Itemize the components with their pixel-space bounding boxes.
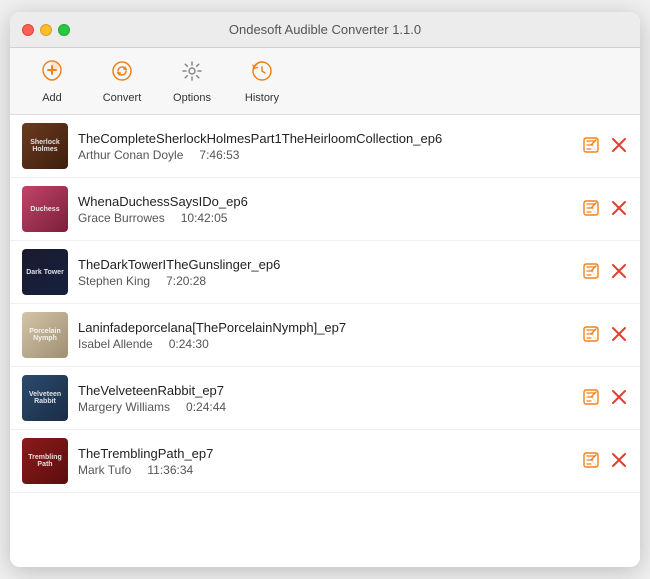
book-author: Isabel Allende — [78, 337, 153, 351]
book-row: Velveteen Rabbit TheVelveteenRabbit_ep7 … — [10, 367, 640, 430]
book-title: TheCompleteSherlockHolmesPart1TheHeirloo… — [78, 131, 572, 146]
cover-image: Dark Tower — [22, 249, 68, 295]
row-actions — [582, 325, 628, 346]
book-row: Porcelain Nymph Laninfadeporcelana[ThePo… — [10, 304, 640, 367]
book-row: Dark Tower TheDarkTowerITheGunslinger_ep… — [10, 241, 640, 304]
book-info: WhenaDuchessSaysIDo_ep6 Grace Burrowes 1… — [78, 194, 572, 225]
edit-button[interactable] — [582, 451, 600, 472]
book-info: TheVelveteenRabbit_ep7 Margery Williams … — [78, 383, 572, 414]
minimize-button[interactable] — [40, 24, 52, 36]
book-meta: Arthur Conan Doyle 7:46:53 — [78, 148, 572, 162]
book-cover: Sherlock Holmes — [22, 123, 68, 169]
book-title: TheDarkTowerITheGunslinger_ep6 — [78, 257, 572, 272]
book-info: TheDarkTowerITheGunslinger_ep6 Stephen K… — [78, 257, 572, 288]
toolbar: ♪ Add Convert — [10, 48, 640, 115]
add-button[interactable]: ♪ Add — [26, 54, 78, 108]
cover-image: Velveteen Rabbit — [22, 375, 68, 421]
book-title: Laninfadeporcelana[ThePorcelainNymph]_ep… — [78, 320, 572, 335]
row-actions — [582, 262, 628, 283]
book-author: Arthur Conan Doyle — [78, 148, 183, 162]
delete-button[interactable] — [610, 388, 628, 409]
book-row: Trembling Path TheTremblingPath_ep7 Mark… — [10, 430, 640, 493]
cover-image: Trembling Path — [22, 438, 68, 484]
cover-image: Duchess — [22, 186, 68, 232]
book-row: Duchess WhenaDuchessSaysIDo_ep6 Grace Bu… — [10, 178, 640, 241]
delete-button[interactable] — [610, 136, 628, 157]
convert-button[interactable]: Convert — [96, 54, 148, 108]
edit-button[interactable] — [582, 199, 600, 220]
row-actions — [582, 388, 628, 409]
edit-button[interactable] — [582, 262, 600, 283]
cover-image: Sherlock Holmes — [22, 123, 68, 169]
book-author: Margery Williams — [78, 400, 170, 414]
book-duration: 7:46:53 — [199, 148, 239, 162]
add-label: Add — [42, 92, 62, 104]
book-cover: Duchess — [22, 186, 68, 232]
book-cover: Porcelain Nymph — [22, 312, 68, 358]
book-meta: Stephen King 7:20:28 — [78, 274, 572, 288]
window-title: Ondesoft Audible Converter 1.1.0 — [229, 22, 421, 37]
options-icon — [179, 58, 205, 89]
book-duration: 10:42:05 — [181, 211, 228, 225]
app-window: Ondesoft Audible Converter 1.1.0 ♪ Add — [10, 12, 640, 567]
book-cover: Velveteen Rabbit — [22, 375, 68, 421]
close-button[interactable] — [22, 24, 34, 36]
history-icon — [249, 58, 275, 89]
delete-button[interactable] — [610, 325, 628, 346]
book-list: Sherlock Holmes TheCompleteSherlockHolme… — [10, 115, 640, 567]
book-duration: 0:24:44 — [186, 400, 226, 414]
book-duration: 7:20:28 — [166, 274, 206, 288]
delete-button[interactable] — [610, 199, 628, 220]
add-icon: ♪ — [39, 58, 65, 89]
book-author: Stephen King — [78, 274, 150, 288]
cover-image: Porcelain Nymph — [22, 312, 68, 358]
row-actions — [582, 136, 628, 157]
book-meta: Isabel Allende 0:24:30 — [78, 337, 572, 351]
book-row: Sherlock Holmes TheCompleteSherlockHolme… — [10, 115, 640, 178]
history-label: History — [245, 92, 279, 104]
history-button[interactable]: History — [236, 54, 288, 108]
book-cover: Trembling Path — [22, 438, 68, 484]
edit-button[interactable] — [582, 325, 600, 346]
book-meta: Margery Williams 0:24:44 — [78, 400, 572, 414]
row-actions — [582, 451, 628, 472]
title-bar: Ondesoft Audible Converter 1.1.0 — [10, 12, 640, 48]
book-info: TheCompleteSherlockHolmesPart1TheHeirloo… — [78, 131, 572, 162]
delete-button[interactable] — [610, 451, 628, 472]
book-title: WhenaDuchessSaysIDo_ep6 — [78, 194, 572, 209]
options-label: Options — [173, 92, 211, 104]
book-title: TheVelveteenRabbit_ep7 — [78, 383, 572, 398]
convert-label: Convert — [103, 92, 142, 104]
delete-button[interactable] — [610, 262, 628, 283]
book-duration: 11:36:34 — [147, 463, 193, 477]
maximize-button[interactable] — [58, 24, 70, 36]
book-info: Laninfadeporcelana[ThePorcelainNymph]_ep… — [78, 320, 572, 351]
options-button[interactable]: Options — [166, 54, 218, 108]
edit-button[interactable] — [582, 388, 600, 409]
traffic-lights — [22, 24, 70, 36]
edit-button[interactable] — [582, 136, 600, 157]
book-cover: Dark Tower — [22, 249, 68, 295]
row-actions — [582, 199, 628, 220]
book-author: Grace Burrowes — [78, 211, 165, 225]
book-duration: 0:24:30 — [169, 337, 209, 351]
book-meta: Grace Burrowes 10:42:05 — [78, 211, 572, 225]
book-title: TheTremblingPath_ep7 — [78, 446, 572, 461]
convert-icon — [109, 58, 135, 89]
book-info: TheTremblingPath_ep7 Mark Tufo 11:36:34 — [78, 446, 572, 477]
book-author: Mark Tufo — [78, 463, 131, 477]
svg-text:♪: ♪ — [50, 65, 55, 76]
book-meta: Mark Tufo 11:36:34 — [78, 463, 572, 477]
